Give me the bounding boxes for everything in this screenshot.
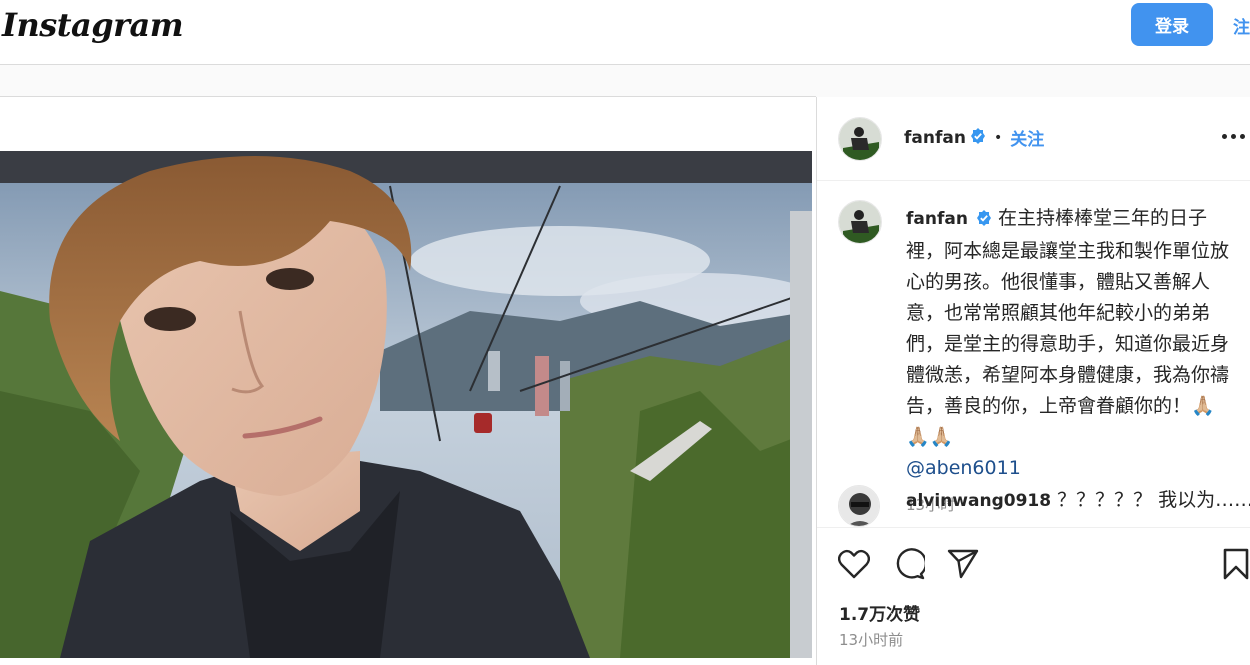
post-timestamp: 13小时前	[839, 631, 904, 649]
top-nav-bar: Instagram 登录 注	[0, 0, 1250, 65]
verified-badge-icon	[970, 127, 986, 148]
author-username[interactable]: fanfan	[904, 128, 966, 148]
caption-text: 在主持棒棒堂三年的日子裡，阿本總是最讓堂主我和製作單位放心的男孩。他很懂事，體貼…	[906, 207, 1230, 448]
caption-username[interactable]: fanfan	[906, 209, 968, 229]
comment-bubble-icon[interactable]	[893, 548, 928, 584]
post-actions: 1.7万次赞 13小时前	[817, 527, 1250, 665]
paper-plane-icon[interactable]	[947, 548, 979, 584]
post-side-panel: fanfan • 关注 fanfan 在主持棒棒堂三年的日子裡，阿本總是最讓堂主…	[816, 97, 1250, 665]
heart-icon[interactable]	[837, 549, 871, 583]
like-count[interactable]: 1.7万次赞	[839, 600, 920, 625]
post-caption: fanfan 在主持棒棒堂三年的日子裡，阿本總是最讓堂主我和製作單位放心的男孩。…	[906, 203, 1236, 521]
mention-link[interactable]: @aben6011	[906, 453, 1236, 484]
author-avatar[interactable]	[838, 117, 882, 161]
post-header: fanfan • 关注	[817, 97, 1250, 181]
signup-link[interactable]: 注	[1233, 13, 1250, 38]
separator-dot: •	[993, 129, 1003, 146]
comment-text: ？？？？？ 我以为……畢竟本阿本以看一你真的说活	[1057, 489, 1250, 511]
verified-badge-icon	[976, 205, 992, 236]
caption-author-avatar[interactable]	[838, 200, 882, 244]
commenter-avatar[interactable]	[838, 485, 880, 527]
follow-button[interactable]: 关注	[1010, 125, 1044, 150]
more-options-icon[interactable]	[1222, 134, 1245, 139]
commenter-username[interactable]: alvinwang0918	[906, 491, 1051, 511]
comment-item: alvinwang0918 ？？？？？ 我以为……畢竟本阿本以看一你真的说活	[906, 485, 1250, 525]
instagram-logo[interactable]: Instagram	[2, 6, 184, 44]
post-photo[interactable]	[0, 151, 812, 658]
login-button[interactable]: 登录	[1131, 3, 1213, 46]
post-header-info: fanfan • 关注	[904, 125, 1044, 150]
bookmark-icon[interactable]	[1222, 548, 1250, 584]
